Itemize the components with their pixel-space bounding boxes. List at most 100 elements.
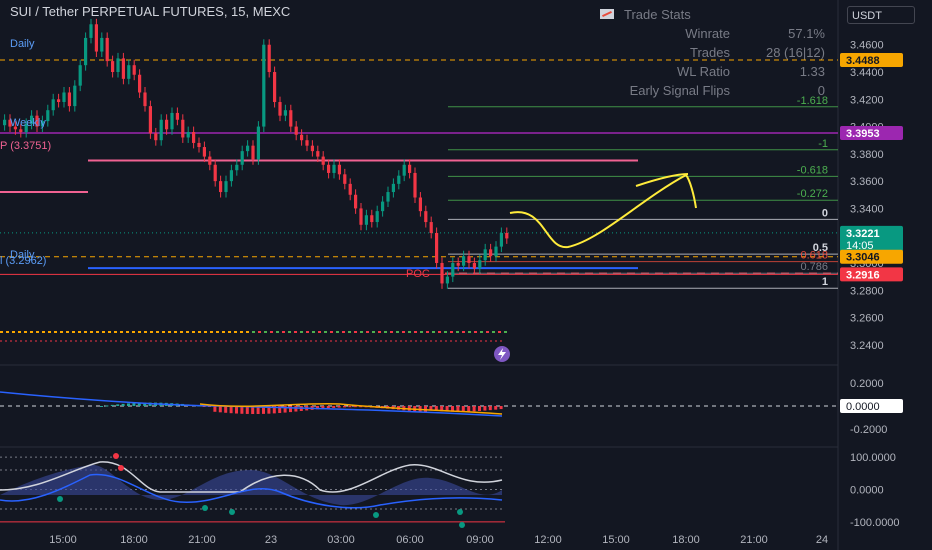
signal-dot xyxy=(414,331,417,333)
signal-dot xyxy=(204,331,207,333)
candle xyxy=(397,175,401,184)
candle xyxy=(170,112,174,130)
signal-dot xyxy=(36,331,39,333)
currency-selector-button[interactable]: USDT xyxy=(847,6,915,24)
candle xyxy=(219,181,223,193)
stats-value: 57.1% xyxy=(788,26,825,41)
candle xyxy=(294,126,298,135)
candle xyxy=(305,140,309,146)
signal-dot xyxy=(264,331,267,333)
macd-histogram-bar xyxy=(121,403,125,406)
candle xyxy=(327,164,331,173)
macd-histogram-bar xyxy=(127,403,130,406)
fib-level-label: -1 xyxy=(818,138,828,150)
signal-dot xyxy=(42,331,45,333)
signal-dot xyxy=(408,331,411,333)
macd-histogram-bar xyxy=(499,406,503,410)
daily-level-label-top: Daily xyxy=(10,38,35,50)
stats-label: WL Ratio xyxy=(677,64,730,79)
signal-dot xyxy=(150,331,153,333)
candle xyxy=(62,92,66,103)
vah-level-label: P (3.3751) xyxy=(0,140,52,152)
oscillator-signal-dot xyxy=(457,509,463,515)
candle xyxy=(181,119,185,138)
signal-dot xyxy=(96,331,99,333)
macd-histogram-bar xyxy=(289,406,292,413)
time-axis-tick: 03:00 xyxy=(327,534,355,546)
signal-dot xyxy=(300,331,303,333)
candle xyxy=(289,110,293,127)
signal-dot xyxy=(486,331,489,333)
candle xyxy=(429,222,433,233)
candle xyxy=(354,194,358,209)
candle xyxy=(467,256,471,263)
signal-dot xyxy=(276,331,279,333)
signal-dot xyxy=(192,331,195,333)
macd-histogram-bar xyxy=(100,406,103,407)
candle xyxy=(3,119,7,126)
signal-dot xyxy=(0,331,3,333)
candle xyxy=(472,262,476,269)
signal-dot xyxy=(330,331,333,333)
signal-dot xyxy=(504,331,507,333)
signal-dot xyxy=(6,331,9,333)
macd-histogram-bar xyxy=(348,406,352,408)
signal-dot xyxy=(108,331,111,333)
signal-dot xyxy=(66,331,69,333)
signal-dot xyxy=(198,331,201,333)
time-axis-tick: 09:00 xyxy=(466,534,494,546)
candle xyxy=(94,24,98,52)
price-axis-tick: 3.4400 xyxy=(850,67,884,79)
candle xyxy=(321,156,325,165)
candle xyxy=(175,112,179,120)
candle xyxy=(89,24,93,38)
trade-stats-title: Trade Stats xyxy=(624,6,691,22)
macd-line xyxy=(0,391,503,417)
candle xyxy=(278,102,282,116)
candle xyxy=(262,44,266,127)
candle xyxy=(494,246,498,257)
candle xyxy=(229,170,233,182)
oscillator-signal-dot xyxy=(229,509,235,515)
signal-dot xyxy=(396,331,399,333)
candle xyxy=(143,92,147,107)
signal-dot xyxy=(144,331,147,333)
candle xyxy=(337,164,341,175)
macd-histogram-bar xyxy=(294,406,298,412)
candle xyxy=(57,99,61,103)
candle xyxy=(505,232,509,239)
signal-dot xyxy=(492,331,495,333)
candle xyxy=(386,192,390,202)
trade-stats-icon xyxy=(600,9,614,19)
signal-dot xyxy=(378,331,381,333)
macd-histogram-bar xyxy=(343,406,346,408)
candle xyxy=(483,249,487,261)
signal-dot xyxy=(138,331,141,333)
candle xyxy=(413,172,417,198)
macd-histogram-bar xyxy=(110,404,114,406)
macd-zero-badge-text: 0.0000 xyxy=(846,401,880,413)
trade-stats-header: Trade Stats xyxy=(600,4,825,24)
signal-dot xyxy=(480,331,483,333)
candle xyxy=(78,65,82,86)
signal-dot xyxy=(186,331,189,333)
candle xyxy=(445,276,449,284)
signal-dot xyxy=(252,331,255,333)
candle xyxy=(132,65,136,75)
signal-dot xyxy=(288,331,291,333)
candle xyxy=(489,249,493,257)
macd-histogram-bar xyxy=(213,406,217,412)
signal-dot xyxy=(180,331,183,333)
signal-dot xyxy=(210,331,213,333)
signal-dot xyxy=(462,331,465,333)
signal-dot xyxy=(84,331,87,333)
candle xyxy=(148,106,152,134)
time-axis-tick: 15:00 xyxy=(602,534,630,546)
candle xyxy=(224,181,228,193)
macd-histogram-bar xyxy=(332,406,336,408)
signal-dot xyxy=(420,331,423,333)
candle xyxy=(165,119,169,130)
signal-dot xyxy=(312,331,315,333)
macd-histogram-bar xyxy=(218,406,222,413)
oscillator-signal-dot xyxy=(57,496,63,502)
